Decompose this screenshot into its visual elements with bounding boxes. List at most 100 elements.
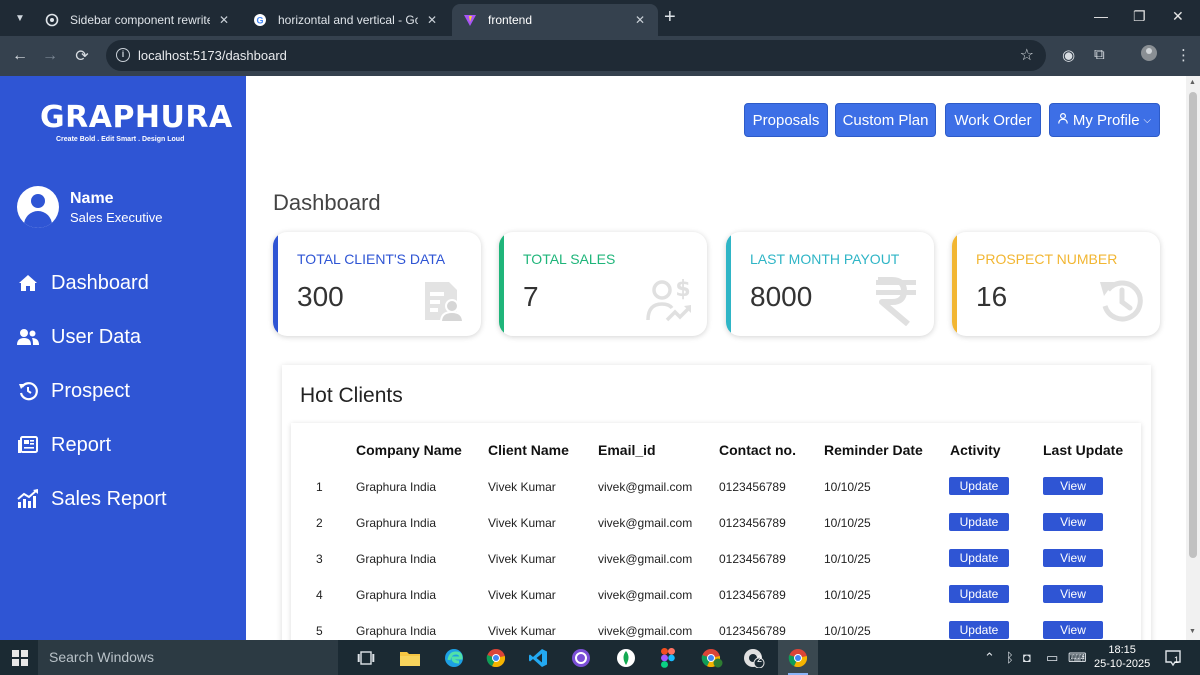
- minimize-icon[interactable]: —: [1094, 8, 1108, 24]
- bluetooth-icon[interactable]: ᛒ: [1006, 650, 1014, 665]
- profile-avatar-icon[interactable]: [1140, 44, 1158, 66]
- camera-icon[interactable]: ◘: [1023, 650, 1031, 665]
- tab-list-button[interactable]: ▼: [8, 6, 32, 30]
- close-tab-icon[interactable]: ✕: [632, 13, 648, 27]
- windows-taskbar: Search Windows 2 ⌃ ᛒ ◘ ▭ ⌨ 18:15 25-10-2…: [0, 640, 1200, 675]
- new-tab-button[interactable]: +: [664, 7, 676, 27]
- sidebar-item-report[interactable]: Report: [17, 418, 167, 472]
- page-scrollbar[interactable]: ▲ ▼: [1186, 76, 1200, 640]
- restore-icon[interactable]: ❐: [1133, 8, 1146, 25]
- client-id-icon: [419, 276, 467, 326]
- site-info-icon[interactable]: i: [116, 48, 130, 62]
- browser-tab[interactable]: Sidebar component rewrite ✕: [34, 4, 242, 36]
- taskbar-search[interactable]: Search Windows: [38, 640, 338, 675]
- chevron-up-icon[interactable]: ⌃: [984, 650, 995, 666]
- email-cell: vivek@gmail.com: [598, 624, 693, 638]
- stat-card-value: 8000: [750, 281, 813, 312]
- close-window-icon[interactable]: ✕: [1172, 8, 1184, 25]
- client-cell: Vivek Kumar: [488, 624, 556, 638]
- browser-tab-active[interactable]: frontend ✕: [452, 4, 658, 36]
- sidebar-item-prospect[interactable]: Prospect: [17, 364, 167, 418]
- chrome-profile-icon[interactable]: [692, 640, 732, 675]
- edge-icon[interactable]: [434, 640, 474, 675]
- newspaper-icon: [17, 434, 39, 456]
- column-header: Client Name: [488, 442, 569, 458]
- task-view-icon[interactable]: [346, 640, 386, 675]
- forward-arrow-icon[interactable]: →: [38, 44, 62, 68]
- brand-logo[interactable]: GRAPHURA Create Bold . Edit Smart . Desi…: [40, 100, 233, 143]
- row-number: 5: [316, 624, 323, 638]
- view-button[interactable]: View: [1043, 549, 1103, 567]
- hot-clients-title: Hot Clients: [300, 384, 403, 407]
- chrome-active-icon[interactable]: [778, 640, 818, 675]
- update-button[interactable]: Update: [949, 585, 1009, 603]
- chart-line-icon: [17, 488, 39, 510]
- view-button[interactable]: View: [1043, 585, 1103, 603]
- notification-count: 1: [1174, 655, 1180, 665]
- user-avatar-icon: [17, 186, 59, 228]
- view-button[interactable]: View: [1043, 477, 1103, 495]
- github-desktop-icon[interactable]: [561, 640, 601, 675]
- stat-card-value: 300: [297, 281, 344, 312]
- home-icon: [17, 272, 39, 294]
- update-button[interactable]: Update: [949, 549, 1009, 567]
- column-header: Email_id: [598, 442, 656, 458]
- page-title: Dashboard: [273, 190, 381, 215]
- close-tab-icon[interactable]: ✕: [424, 13, 440, 27]
- column-header: Reminder Date: [824, 442, 923, 458]
- close-tab-icon[interactable]: ✕: [216, 13, 232, 27]
- url-text[interactable]: localhost:5173/dashboard: [138, 48, 287, 63]
- bookmark-star-icon[interactable]: ☆: [1020, 45, 1034, 65]
- sidebar-item-dashboard[interactable]: Dashboard: [17, 256, 167, 310]
- mongodb-compass-icon[interactable]: [606, 640, 646, 675]
- view-button[interactable]: View: [1043, 621, 1103, 639]
- chrome-icon[interactable]: [476, 640, 516, 675]
- scroll-up-icon[interactable]: ▲: [1189, 79, 1196, 86]
- column-header: Contact no.: [719, 442, 796, 458]
- contact-cell: 0123456789: [719, 552, 786, 566]
- clock-time: 18:15: [1108, 644, 1136, 656]
- brand-name: GRAPHURA: [40, 100, 233, 135]
- scroll-down-icon[interactable]: ▼: [1189, 628, 1196, 635]
- address-bar[interactable]: i localhost:5173/dashboard ☆: [106, 40, 1046, 71]
- figma-icon[interactable]: [648, 640, 688, 675]
- keyboard-icon[interactable]: ⌨: [1068, 650, 1087, 666]
- back-arrow-icon[interactable]: ←: [8, 44, 32, 68]
- sidebar-item-label: Sales Report: [51, 487, 167, 510]
- stat-card-label: TOTAL CLIENT'S DATA: [297, 251, 446, 267]
- browser-tab[interactable]: G horizontal and vertical - Google ✕: [242, 4, 450, 36]
- row-number: 3: [316, 552, 323, 566]
- hot-clients-panel: Hot Clients Company Name Client Name Ema…: [282, 365, 1151, 640]
- extension-record-icon[interactable]: ◉: [1062, 46, 1075, 64]
- proposals-button[interactable]: Proposals: [744, 103, 828, 137]
- sidebar-item-sales-report[interactable]: Sales Report: [17, 472, 167, 526]
- extensions-puzzle-icon[interactable]: ⧉: [1094, 46, 1105, 63]
- column-header: Last Update: [1043, 442, 1124, 458]
- user-profile: Name Sales Executive: [17, 186, 163, 228]
- google-icon: G: [252, 12, 268, 28]
- scrollbar-thumb[interactable]: [1189, 92, 1197, 558]
- stat-card-label: LAST MONTH PAYOUT: [750, 251, 900, 267]
- my-profile-button[interactable]: My Profile ⌵: [1049, 103, 1160, 137]
- client-cell: Vivek Kumar: [488, 552, 556, 566]
- update-button[interactable]: Update: [949, 621, 1009, 639]
- taskbar-clock[interactable]: 18:15 25-10-2025: [1094, 643, 1150, 671]
- notification-center-icon[interactable]: 1: [1164, 649, 1182, 670]
- file-explorer-icon[interactable]: [390, 640, 430, 675]
- update-button[interactable]: Update: [949, 477, 1009, 495]
- svg-text:G: G: [256, 16, 263, 26]
- vscode-icon[interactable]: [518, 640, 558, 675]
- custom-plan-button[interactable]: Custom Plan: [835, 103, 936, 137]
- view-button[interactable]: View: [1043, 513, 1103, 531]
- update-button[interactable]: Update: [949, 513, 1009, 531]
- sidebar-item-label: Prospect: [51, 379, 130, 402]
- work-order-button[interactable]: Work Order: [945, 103, 1041, 137]
- sidebar-item-user-data[interactable]: User Data: [17, 310, 167, 364]
- sidebar-item-label: User Data: [51, 325, 142, 348]
- chrome-group-icon[interactable]: 2: [734, 640, 774, 675]
- kebab-menu-icon[interactable]: ⋮: [1176, 46, 1191, 64]
- windows-start-icon[interactable]: [12, 650, 28, 666]
- client-cell: Vivek Kumar: [488, 588, 556, 602]
- reload-icon[interactable]: ⟳: [70, 44, 94, 68]
- battery-icon[interactable]: ▭: [1046, 650, 1058, 666]
